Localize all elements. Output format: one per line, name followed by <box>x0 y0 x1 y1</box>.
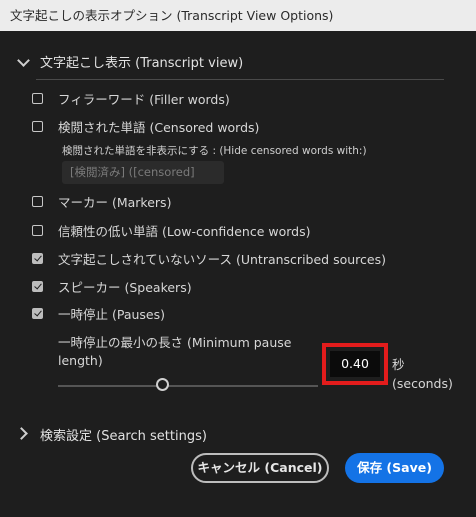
save-button[interactable]: 保存 (Save) <box>345 453 444 483</box>
section-header-transcript-view[interactable]: 文字起こし表示 (Transcript view) <box>40 52 243 71</box>
option-label: フィラーワード (Filler words) <box>58 91 230 107</box>
hide-censored-label: 検閲された単語を非表示にする : (Hide censored words wi… <box>62 145 367 157</box>
option-low-confidence-words[interactable]: 信頼性の低い単語 (Low-confidence words) <box>30 219 311 241</box>
section-divider <box>36 79 444 80</box>
markers-checkbox[interactable] <box>32 195 43 207</box>
untranscribed-sources-checkbox[interactable] <box>32 252 43 264</box>
option-filler-words[interactable]: フィラーワード (Filler words) <box>30 87 230 109</box>
min-pause-label: 一時停止の最小の長さ (Minimum pause length) <box>58 335 292 368</box>
seconds-unit-en: (seconds) <box>392 376 453 391</box>
option-label: マーカー (Markers) <box>58 194 172 210</box>
window-title-bar: 文字起こしの表示オプション (Transcript View Options) <box>0 0 476 31</box>
low-confidence-checkbox[interactable] <box>32 224 43 236</box>
option-censored-words[interactable]: 検閲された単語 (Censored words) <box>30 115 259 137</box>
min-pause-highlight: 0.40 <box>322 343 388 385</box>
min-pause-slider-track[interactable] <box>58 385 318 387</box>
cancel-button[interactable]: キャンセル (Cancel) <box>191 453 329 483</box>
censored-words-checkbox[interactable] <box>32 120 43 132</box>
min-pause-slider-thumb[interactable] <box>155 378 169 391</box>
option-label: 文字起こしされていないソース (Untranscribed sources) <box>58 251 386 267</box>
chevron-right-icon[interactable] <box>15 427 28 440</box>
option-speakers[interactable]: スピーカー (Speakers) <box>30 275 192 297</box>
option-untranscribed-sources[interactable]: 文字起こしされていないソース (Untranscribed sources) <box>30 247 386 269</box>
speakers-checkbox[interactable] <box>32 280 43 292</box>
hide-censored-input[interactable]: [検閲済み] ([censored] <box>62 161 224 184</box>
option-markers[interactable]: マーカー (Markers) <box>30 190 171 212</box>
option-label: スピーカー (Speakers) <box>58 279 192 295</box>
filler-words-checkbox[interactable] <box>32 92 43 104</box>
window-title: 文字起こしの表示オプション (Transcript View Options) <box>10 8 334 23</box>
pauses-checkbox[interactable] <box>32 307 43 319</box>
option-pauses[interactable]: 一時停止 (Pauses) <box>30 302 165 324</box>
option-label: 検閲された単語 (Censored words) <box>58 119 260 135</box>
section-header-search-settings[interactable]: 検索設定 (Search settings) <box>40 425 207 444</box>
chevron-down-icon[interactable] <box>17 54 30 67</box>
min-pause-input[interactable]: 0.40 <box>330 351 380 377</box>
option-label: 信頼性の低い単語 (Low-confidence words) <box>58 223 311 239</box>
seconds-unit-jp: 秒 <box>392 357 405 372</box>
option-label: 一時停止 (Pauses) <box>58 306 166 322</box>
